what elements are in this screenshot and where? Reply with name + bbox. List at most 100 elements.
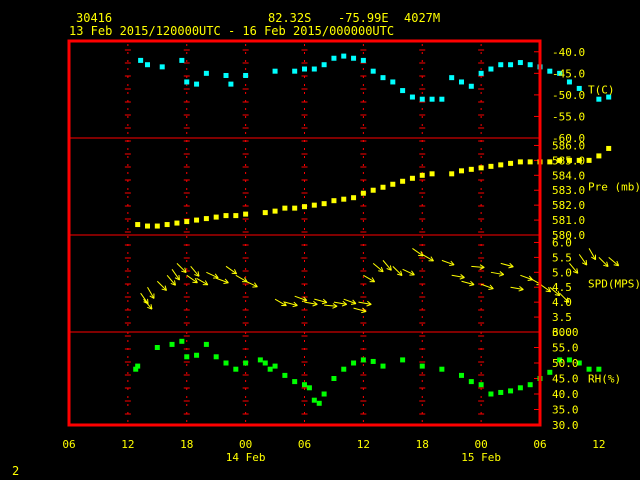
y-tick-label: -45.0	[552, 67, 585, 80]
data-point	[262, 210, 268, 216]
wind-arrow	[171, 269, 180, 281]
data-point	[164, 222, 170, 228]
data-point	[135, 363, 141, 369]
y-tick-label: 5.0	[552, 266, 572, 279]
wind-arrow	[578, 254, 588, 266]
data-point	[243, 72, 249, 78]
data-point	[159, 64, 165, 70]
data-point	[321, 201, 327, 207]
label-layer: 06 12 18 00 06 12 18 00 06 12 14 Feb 15 Feb -40.0 -45…	[62, 46, 640, 464]
data-point	[508, 62, 514, 68]
wind-arrow	[598, 257, 609, 268]
wind-arrow	[372, 262, 384, 273]
data-point	[341, 366, 347, 372]
wind-arrow	[608, 257, 620, 267]
wind-arrow	[510, 285, 524, 292]
page-number: 2	[12, 464, 20, 478]
wind-arrow	[206, 271, 219, 279]
data-point	[380, 184, 386, 190]
data-point	[174, 220, 180, 226]
data-point	[331, 376, 337, 381]
x-tick-label: 12	[121, 438, 134, 451]
wind-arrow	[166, 274, 176, 286]
y-tick-label: -50.0	[552, 89, 585, 102]
data-point	[586, 366, 592, 372]
data-point	[360, 57, 366, 63]
data-point	[179, 57, 185, 63]
data-point	[282, 372, 288, 378]
wind-arrow	[140, 292, 149, 305]
data-point	[370, 358, 376, 364]
data-point	[488, 163, 494, 169]
wind-arrow-head	[418, 254, 424, 257]
wind-arrow-head	[192, 281, 198, 284]
y-tick-label: 45.0	[552, 373, 579, 386]
wind-arrow	[190, 266, 200, 277]
data-point	[459, 372, 464, 378]
wind-arrow	[156, 280, 167, 291]
wind-arrow-head	[449, 264, 455, 267]
wind-arrow-head	[223, 282, 229, 284]
data-point	[380, 75, 386, 81]
x-date-label: 14 Feb	[226, 451, 266, 464]
y-tick-label: 4.5	[552, 281, 572, 294]
wind-arrow-head	[361, 311, 367, 314]
y-tick-label: 6.0	[552, 236, 572, 249]
wind-arrow	[196, 277, 209, 286]
wind-arrow-head	[350, 303, 357, 305]
data-point	[606, 145, 612, 151]
wind-arrow-head	[545, 290, 551, 293]
data-point	[478, 165, 484, 171]
wind-arrow	[225, 265, 238, 275]
wind-arrow	[186, 274, 198, 284]
data-point	[233, 366, 239, 372]
data-point	[184, 79, 190, 85]
data-point	[527, 382, 533, 388]
x-tick-label: 00	[239, 438, 252, 451]
wind-arrow-head	[366, 303, 372, 307]
data-point	[203, 341, 209, 347]
data-point	[370, 187, 376, 193]
data-point	[370, 68, 376, 74]
x-tick-label: 06	[533, 438, 546, 451]
data-point	[478, 70, 484, 76]
data-point	[223, 72, 229, 78]
wind-arrow	[539, 283, 552, 293]
wind-arrow	[441, 259, 455, 267]
wind-arrow	[382, 260, 392, 271]
wind-arrow-head	[508, 266, 514, 269]
data-point	[243, 211, 249, 217]
data-point	[351, 55, 357, 61]
y-axis-label: Pre (mb)	[588, 181, 640, 194]
data-point	[380, 363, 386, 369]
data-point	[321, 391, 327, 397]
data-point	[429, 171, 435, 177]
wind-arrow	[358, 300, 372, 307]
y-tick-label: 40.0	[552, 388, 579, 401]
data-point	[194, 81, 200, 87]
data-point	[302, 204, 307, 210]
data-point	[184, 219, 190, 225]
elevation: 4027M	[404, 11, 441, 25]
data-point	[459, 79, 464, 85]
data-point	[311, 397, 317, 403]
data-point	[145, 62, 150, 68]
wind-arrow	[176, 263, 187, 274]
data-point	[409, 175, 415, 181]
data-point	[154, 223, 160, 229]
data-point	[292, 68, 298, 74]
data-point	[390, 181, 396, 187]
data-point	[306, 385, 312, 391]
data-point	[321, 62, 327, 68]
x-tick-label: 12	[592, 438, 605, 451]
wind-arrow-head	[341, 303, 347, 307]
data-point	[282, 205, 288, 211]
wind-arrow	[363, 274, 376, 283]
y-axis-label: RH(%)	[588, 373, 621, 386]
y-tick-label: 55.0	[552, 342, 579, 355]
wind-arrow	[274, 298, 287, 307]
data-point	[596, 153, 602, 159]
wind-arrow-head	[292, 305, 298, 308]
data-point	[267, 366, 273, 372]
y-axis-label: SPD(MPS)	[588, 278, 640, 291]
